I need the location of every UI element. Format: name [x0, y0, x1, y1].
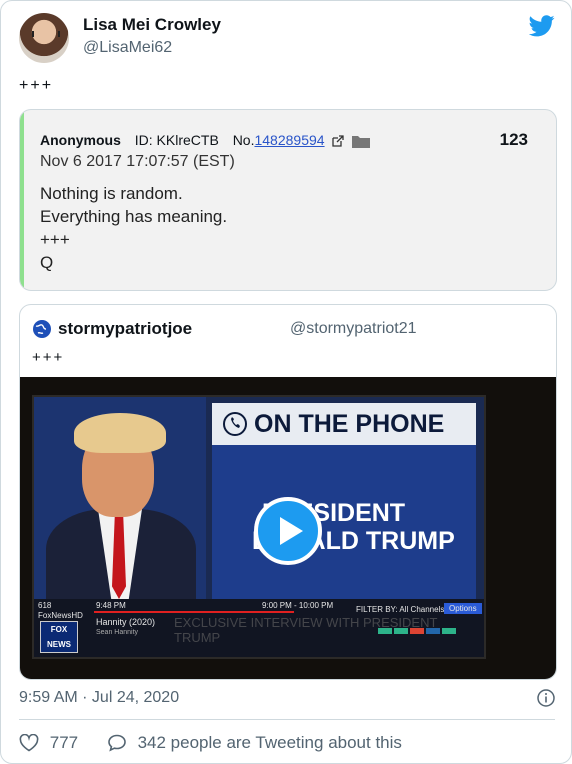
guide-channel: 618 FoxNewsHD	[38, 601, 83, 621]
twitter-bird-icon[interactable]	[529, 15, 555, 37]
phone-icon	[223, 412, 247, 436]
guide-show-title: Hannity (2020)	[96, 617, 156, 627]
author-handle[interactable]: @LisaMei62	[83, 39, 172, 57]
guide-channel-number: 618	[38, 601, 52, 610]
q-post-line: Q	[40, 253, 54, 272]
tweet-actions: 777 342 people are Tweeting about this	[19, 732, 402, 753]
q-post-no-label: No.	[232, 132, 255, 148]
author-name[interactable]: Lisa Mei Crowley	[83, 15, 221, 35]
q-post-number-link[interactable]: 148289594	[254, 132, 324, 148]
q-post-author: Anonymous	[40, 132, 121, 148]
q-post-date: Nov 6 2017 17:07:57 (EST)	[40, 153, 235, 170]
guide-time-slot: 9:00 PM - 10:00 PM	[262, 601, 334, 610]
heart-icon[interactable]	[19, 733, 39, 752]
author-avatar[interactable]	[19, 13, 69, 63]
globe-avatar-icon[interactable]	[32, 319, 52, 339]
info-icon[interactable]	[537, 689, 555, 707]
guide-rating-chips	[378, 627, 458, 636]
quoted-tweet[interactable]: stormypatriotjoe @stormypatriot21 +++ ON…	[19, 304, 557, 680]
guide-time-now: 9:48 PM	[96, 601, 126, 610]
trump-portrait	[34, 397, 206, 599]
phone-graphic: ON THE PHONE PRESIDENT DONALD TRUMP	[212, 403, 476, 599]
speech-bubble-icon[interactable]	[107, 734, 127, 752]
banner-text: ON THE PHONE	[254, 410, 445, 438]
guide-network: FoxNewsHD	[38, 611, 83, 620]
folder-icon[interactable]	[352, 134, 371, 149]
divider	[19, 719, 555, 720]
quoted-author-handle[interactable]: @stormypatriot21	[290, 320, 417, 338]
on-the-phone-banner: ON THE PHONE	[212, 403, 476, 445]
q-post-id: ID: KKlreCTB	[134, 132, 219, 148]
quoted-author-name[interactable]: stormypatriotjoe	[58, 319, 192, 339]
reply-action[interactable]: 342 people are Tweeting about this	[107, 732, 402, 752]
quoted-tweet-text: +++	[32, 349, 65, 366]
q-post-count: 123	[499, 130, 528, 149]
tweet-timestamp[interactable]: 9:59 AM · Jul 24, 2020	[19, 689, 179, 707]
q-post-line: Nothing is random.	[40, 184, 183, 203]
like-count[interactable]: 777	[50, 733, 78, 752]
play-button[interactable]	[254, 497, 322, 565]
q-post-line: +++	[40, 230, 70, 249]
guide-show-host: Sean Hannity	[96, 629, 139, 636]
tv-program-guide: 618 FoxNewsHD 9:48 PM 9:00 PM - 10:00 PM…	[34, 599, 484, 657]
tweet-card: Lisa Mei Crowley @LisaMei62 +++ Anonymou…	[0, 0, 572, 764]
q-post-accent-bar	[20, 110, 24, 290]
play-icon	[280, 517, 303, 545]
q-post-screenshot: Anonymous ID: KKlreCTB No.148289594 123 …	[19, 109, 557, 291]
guide-options: Options	[444, 603, 482, 614]
q-post-header: Anonymous ID: KKlreCTB No.148289594	[40, 132, 371, 149]
guide-progress-bar	[94, 611, 294, 613]
fox-news-logo: FOX NEWS	[40, 621, 78, 653]
reply-text[interactable]: 342 people are Tweeting about this	[138, 733, 402, 752]
guide-filter: FILTER BY: All Channels	[356, 605, 445, 614]
tweet-text: +++	[19, 77, 54, 94]
external-link-icon[interactable]	[332, 135, 345, 147]
q-post-body: Nothing is random. Everything has meanin…	[40, 182, 227, 274]
video-player[interactable]: ON THE PHONE PRESIDENT DONALD TRUMP 618 …	[20, 377, 556, 679]
q-post-line: Everything has meaning.	[40, 207, 228, 226]
